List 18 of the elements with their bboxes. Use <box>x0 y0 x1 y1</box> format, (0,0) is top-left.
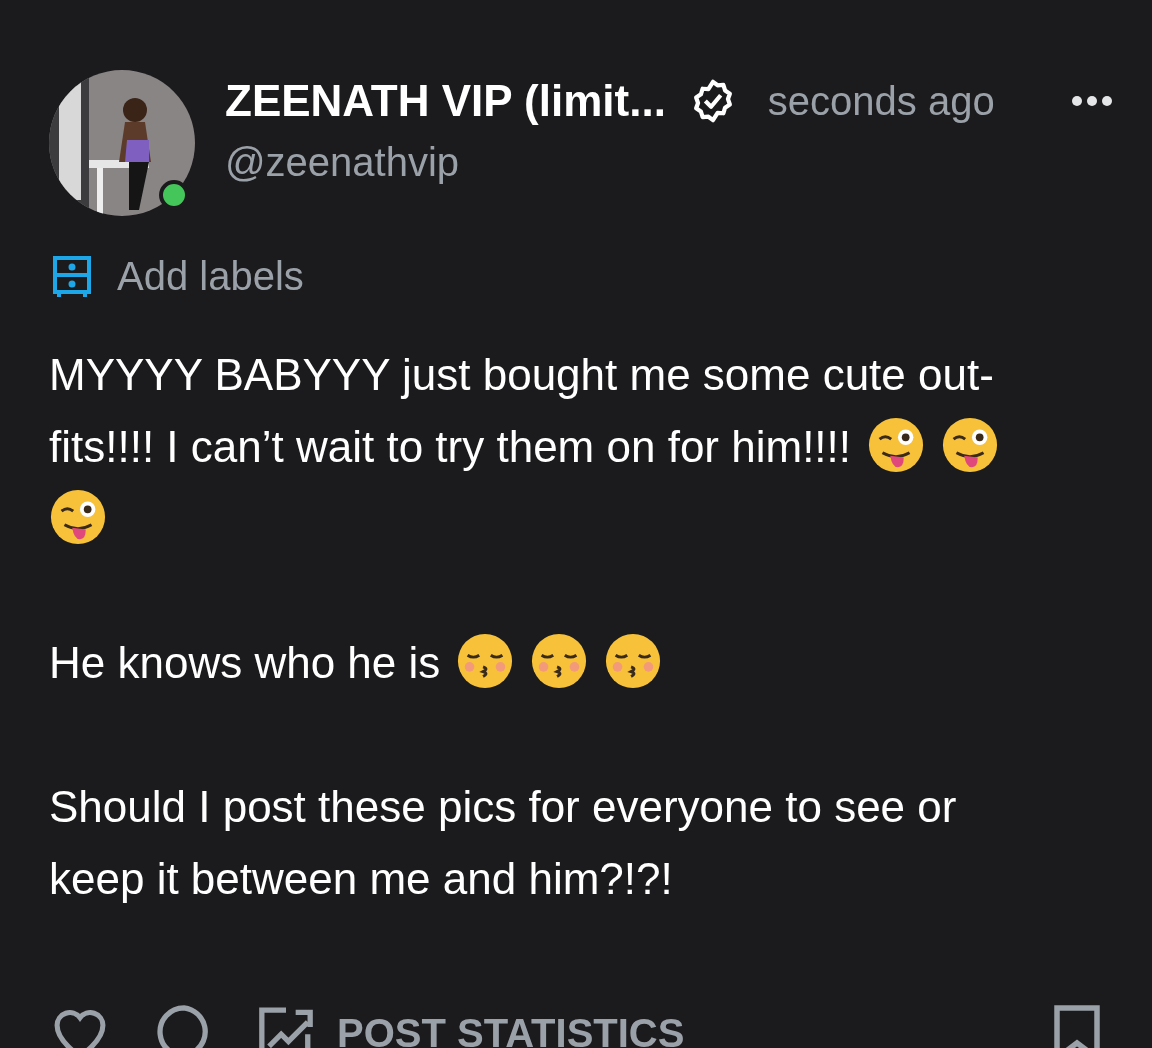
winking-tongue-face-icon <box>941 416 1000 474</box>
post-time: seconds ago <box>767 78 995 124</box>
kissing-face-icon <box>456 632 515 690</box>
post-statistics-button[interactable]: POST STATISTICS <box>257 1005 685 1048</box>
post-text: fits!!!! I can’t wait to try them on for him!!!! <box>49 422 852 471</box>
kissing-face-icon <box>604 632 663 690</box>
post-text: MYYYY BABYYY just bought me some cute out- <box>49 350 994 399</box>
post-text: He knows who he is <box>49 638 441 687</box>
bookmark-button[interactable] <box>1052 1003 1102 1048</box>
winking-tongue-face-icon <box>867 416 926 474</box>
add-labels-link[interactable]: Add labels <box>117 254 304 299</box>
drawer-icon <box>53 255 91 298</box>
kissing-face-icon <box>530 632 589 690</box>
post-text: Should I post these pics for everyone to see or keep it between me and him?!?! <box>49 782 957 903</box>
winking-tongue-face-icon <box>49 488 107 546</box>
chart-icon <box>257 1005 315 1048</box>
author-name: ZEENATH VIP (limit... <box>225 76 666 126</box>
author-handle: @zeenathvip <box>225 140 461 185</box>
